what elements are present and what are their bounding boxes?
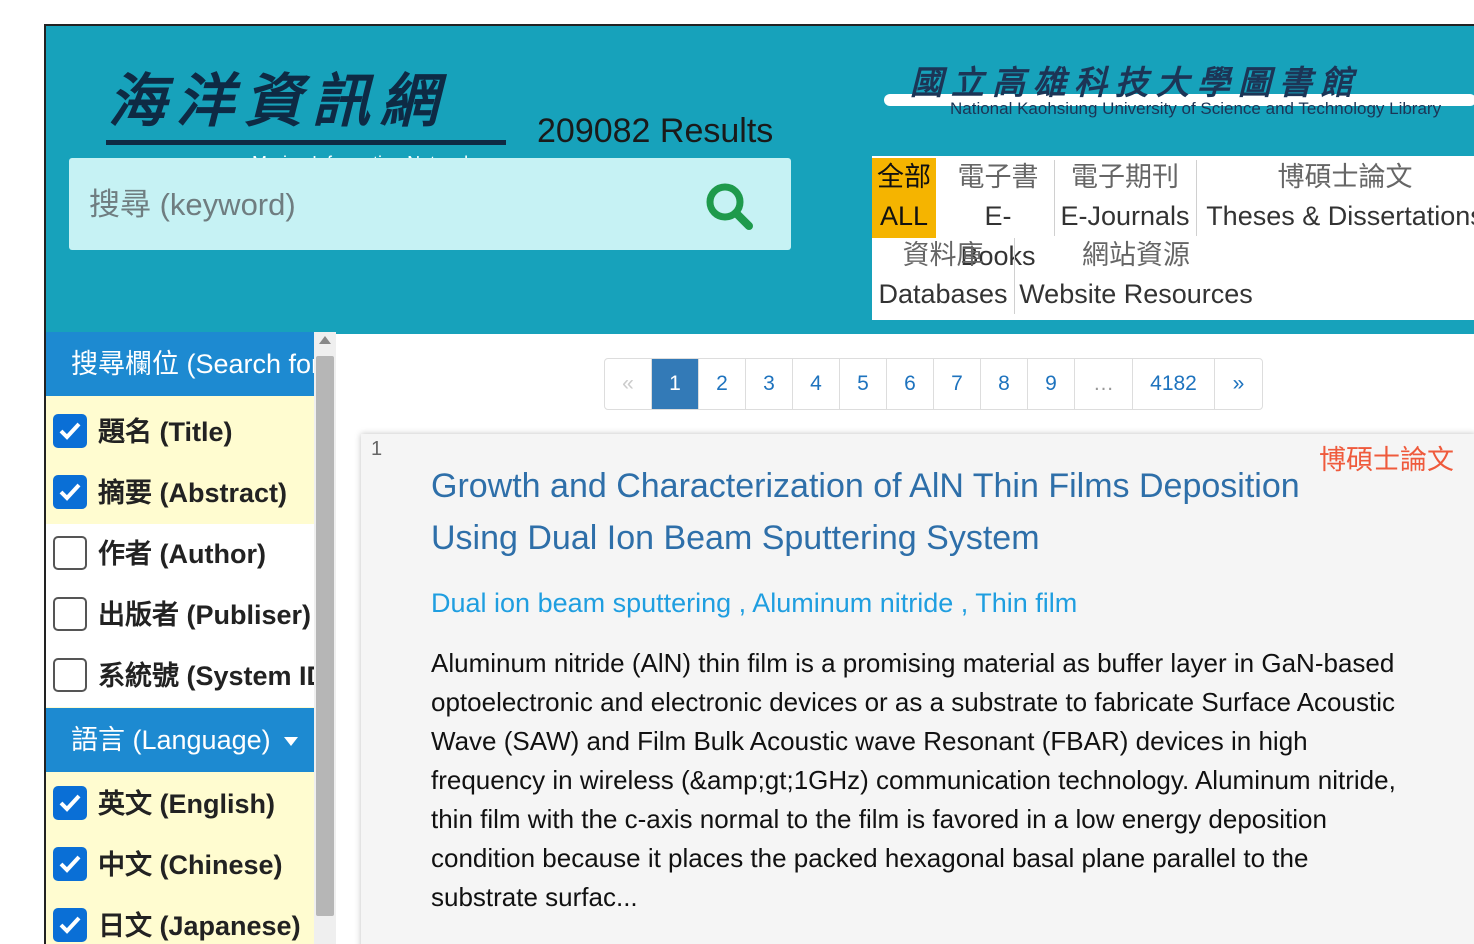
check-icon bbox=[59, 855, 81, 873]
tab-divider bbox=[1196, 160, 1197, 236]
language-chinese-label: 中文 (Chinese) bbox=[98, 850, 283, 880]
language-header[interactable]: 語言 (Language) bbox=[46, 708, 314, 772]
tab-all[interactable]: 全部 ALL bbox=[872, 158, 936, 238]
tab-theses-en-label: Theses & Dissertations bbox=[1206, 201, 1474, 231]
result-card: 1 博碩士論文 Growth and Characterization of A… bbox=[361, 434, 1474, 944]
language-english-label: 英文 (English) bbox=[98, 789, 275, 819]
logo-underline bbox=[106, 140, 506, 145]
pagination-prev[interactable]: « bbox=[605, 359, 652, 409]
tab-divider bbox=[1014, 238, 1015, 314]
pagination-page[interactable]: 9 bbox=[1028, 359, 1075, 409]
tab-databases[interactable]: 資料庫 Databases bbox=[878, 236, 1008, 316]
field-author-option[interactable]: 作者 (Author) bbox=[46, 524, 314, 585]
pagination-page[interactable]: 8 bbox=[981, 359, 1028, 409]
search-for-header[interactable]: 搜尋欄位 (Search for bbox=[46, 332, 314, 396]
pagination-ellipsis: … bbox=[1075, 359, 1133, 409]
tab-ejournals-en-label: E-Journals bbox=[1060, 201, 1190, 231]
field-title-checkbox[interactable] bbox=[53, 414, 87, 448]
field-title-label: 題名 (Title) bbox=[98, 417, 233, 447]
result-abstract: Aluminum nitride (AlN) thin film is a pr… bbox=[431, 648, 1396, 912]
language-japanese-option[interactable]: 日文 (Japanese) bbox=[46, 896, 314, 944]
tab-ebooks-en-label: E-Books bbox=[960, 201, 1036, 271]
sidebar-scrollbar[interactable] bbox=[314, 332, 336, 944]
scrollbar-thumb[interactable] bbox=[316, 356, 334, 916]
pagination-next[interactable]: » bbox=[1215, 359, 1262, 409]
tab-ebooks[interactable]: 電子書 E-Books bbox=[948, 158, 1048, 271]
field-publisher-label: 出版者 (Publiser) bbox=[98, 600, 312, 630]
tab-theses[interactable]: 博碩士論文 Theses & Dissertations bbox=[1200, 158, 1474, 238]
field-abstract-label: 摘要 (Abstract) bbox=[98, 478, 288, 508]
field-publisher-checkbox[interactable] bbox=[53, 597, 87, 631]
tab-all-cn-label: 全部 bbox=[877, 162, 931, 192]
language-chinese-checkbox[interactable] bbox=[53, 847, 87, 881]
result-index: 1 bbox=[371, 438, 383, 460]
check-icon bbox=[59, 794, 81, 812]
scroll-up-arrow-icon[interactable] bbox=[319, 336, 331, 344]
search-icon bbox=[706, 183, 753, 230]
library-chinese-name: 國立高雄科技大學圖書館 bbox=[910, 63, 1361, 102]
pagination: « 1 2 3 4 5 6 7 8 9 … 4182 » bbox=[604, 358, 1263, 410]
language-english-option[interactable]: 英文 (English) bbox=[46, 774, 314, 835]
results-count: 209082 Results bbox=[537, 112, 774, 150]
language-japanese-checkbox[interactable] bbox=[53, 908, 87, 942]
tab-ebooks-cn-label: 電子書 bbox=[957, 162, 1039, 192]
field-system-id-option[interactable]: 系統號 (System ID bbox=[46, 646, 314, 707]
pagination-page[interactable]: 4 bbox=[793, 359, 840, 409]
pagination-page[interactable]: 2 bbox=[699, 359, 746, 409]
check-icon bbox=[59, 483, 81, 501]
library-english-name: National Kaohsiung University of Science… bbox=[950, 99, 1442, 118]
pagination-page[interactable]: 7 bbox=[934, 359, 981, 409]
field-publisher-option[interactable]: 出版者 (Publiser) bbox=[46, 585, 314, 646]
pagination-page[interactable]: 5 bbox=[840, 359, 887, 409]
language-chinese-option[interactable]: 中文 (Chinese) bbox=[46, 835, 314, 896]
language-english-checkbox[interactable] bbox=[53, 786, 87, 820]
tab-website-resources[interactable]: 網站資源 Website Resources bbox=[1018, 236, 1254, 316]
pagination-page[interactable]: 6 bbox=[887, 359, 934, 409]
filter-sidebar: 搜尋欄位 (Search for 題名 (Title) 摘要 (Abstract… bbox=[46, 332, 314, 944]
search-input[interactable] bbox=[87, 174, 691, 236]
tab-ejournals-cn-label: 電子期刊 bbox=[1071, 162, 1179, 192]
tab-databases-cn-label: 資料庫 bbox=[902, 240, 984, 270]
pagination-page[interactable]: 3 bbox=[746, 359, 793, 409]
category-tabs: 全部 ALL 電子書 E-Books 電子期刊 E-Journals 博碩士論文… bbox=[872, 156, 1474, 320]
check-icon bbox=[59, 422, 81, 440]
site-header: 海洋資訊網 Marine Information Network 209082 … bbox=[46, 26, 1474, 334]
language-japanese-label: 日文 (Japanese) bbox=[98, 911, 301, 941]
field-abstract-option[interactable]: 摘要 (Abstract) bbox=[46, 463, 314, 524]
search-bar bbox=[69, 158, 791, 250]
check-icon bbox=[59, 916, 81, 934]
field-author-checkbox[interactable] bbox=[53, 536, 87, 570]
tab-theses-cn-label: 博碩士論文 bbox=[1277, 162, 1413, 192]
tab-all-en-label: ALL bbox=[879, 201, 929, 231]
caret-down-icon bbox=[284, 737, 299, 747]
site-logo[interactable]: 海洋資訊網 Marine Information Network bbox=[106, 54, 508, 173]
field-author-label: 作者 (Author) bbox=[98, 539, 266, 569]
library-logo[interactable]: 國立高雄科技大學圖書館 National Kaohsiung Universit… bbox=[884, 56, 1474, 126]
pagination-page-last[interactable]: 4182 bbox=[1133, 359, 1215, 409]
result-keywords[interactable]: Dual ion beam sputtering , Aluminum nitr… bbox=[431, 588, 1077, 619]
page-frame: 海洋資訊網 Marine Information Network 209082 … bbox=[44, 24, 1474, 944]
tab-website-resources-en-label: Website Resources bbox=[1019, 279, 1253, 309]
pagination-page[interactable]: 1 bbox=[652, 359, 699, 409]
field-abstract-checkbox[interactable] bbox=[53, 475, 87, 509]
tab-databases-en-label: Databases bbox=[878, 279, 1008, 309]
field-system-id-checkbox[interactable] bbox=[53, 658, 87, 692]
field-system-id-label: 系統號 (System ID bbox=[98, 661, 314, 691]
logo-chinese-text: 海洋資訊網 bbox=[108, 67, 449, 135]
tab-ejournals[interactable]: 電子期刊 E-Journals bbox=[1058, 158, 1192, 238]
field-title-option[interactable]: 題名 (Title) bbox=[46, 402, 314, 463]
tab-website-resources-cn-label: 網站資源 bbox=[1082, 240, 1190, 270]
result-title-link[interactable]: Growth and Characterization of AlN Thin … bbox=[431, 460, 1361, 564]
search-button[interactable] bbox=[701, 178, 761, 234]
language-header-label: 語言 (Language) bbox=[71, 725, 271, 755]
tab-divider bbox=[1054, 160, 1055, 236]
